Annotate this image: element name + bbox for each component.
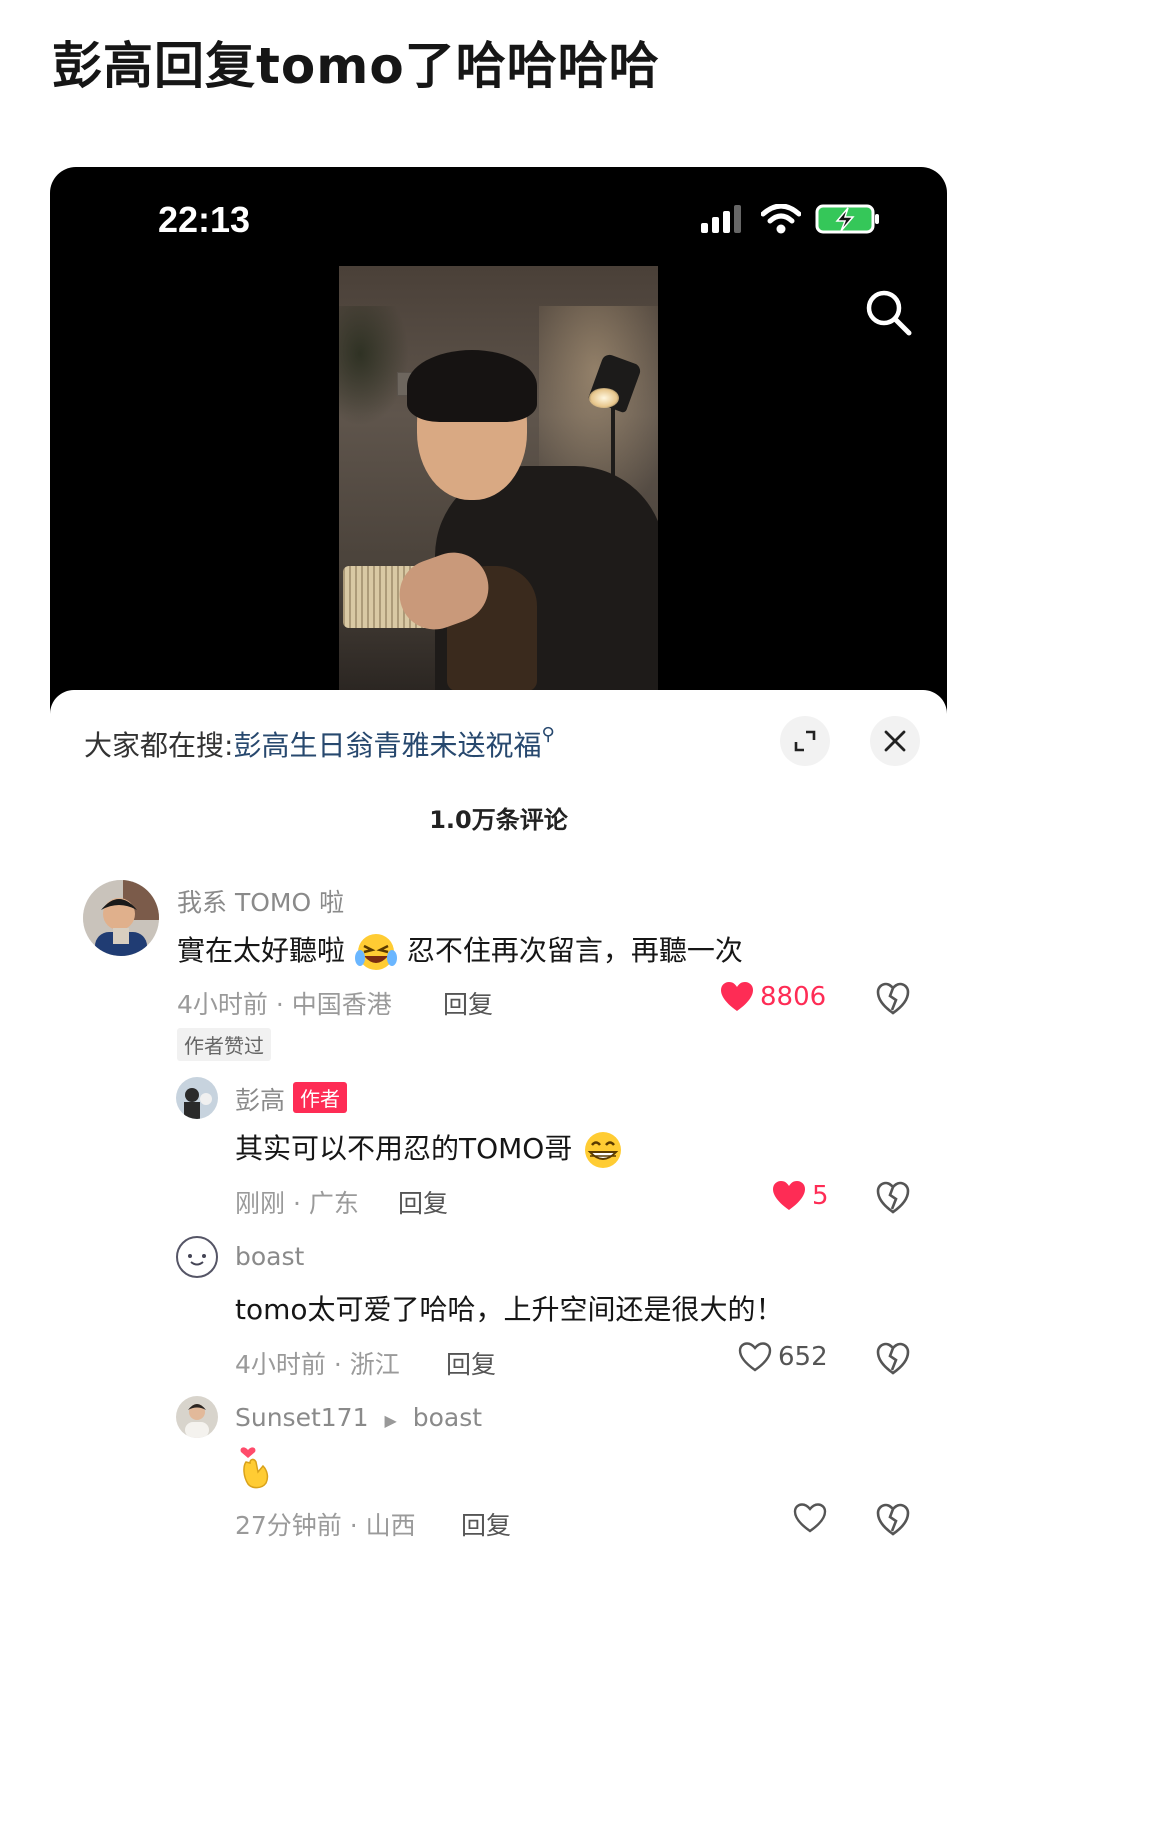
reply-to-username[interactable]: boast	[413, 1403, 482, 1432]
broken-heart-icon[interactable]	[876, 1342, 910, 1376]
author-badge: 作者	[293, 1082, 348, 1113]
comment-text: 其实可以不用忍的TOMO哥	[235, 1127, 625, 1170]
like-count: 652	[778, 1342, 828, 1372]
comment-text: 實在太好聽啦 忍不住再次留言，再聽一次	[177, 929, 743, 972]
broken-heart-icon[interactable]	[876, 982, 910, 1016]
search-icon[interactable]	[861, 285, 917, 341]
close-button[interactable]	[870, 716, 920, 766]
comment-username[interactable]: 我系 TOMO 啦	[177, 883, 344, 919]
close-icon	[884, 730, 906, 752]
comment-panel: 大家都在搜:彭高生日翁青雅未送祝福⚲ 1.0万条评论 我系 TOMO 啦 實在太…	[50, 690, 947, 1572]
comment-username[interactable]: boast	[235, 1242, 304, 1271]
video-player[interactable]	[339, 266, 658, 691]
comment-text: tomo太可爱了哈哈，上升空间还是很大的！	[235, 1293, 784, 1326]
reply-button[interactable]: 回复	[461, 1506, 511, 1542]
author-liked-tag: 作者赞过	[177, 1028, 271, 1061]
avatar[interactable]	[176, 1236, 218, 1278]
expand-icon	[794, 730, 816, 752]
hot-search-prefix: 大家都在搜:	[84, 729, 234, 762]
grinning-emoji-icon	[585, 1132, 622, 1168]
broken-heart-icon[interactable]	[876, 1181, 910, 1215]
comment-meta: 4小时前 · 中国香港	[177, 990, 392, 1019]
signal-icon	[701, 205, 741, 233]
heart-icon	[738, 1342, 772, 1372]
heart-icon	[721, 982, 753, 1011]
search-small-icon: ⚲	[541, 724, 555, 745]
heart-icon	[793, 1503, 827, 1533]
phone-screenshot: 22:13 大家都在搜:彭高生日翁青雅未送祝福⚲ 1.0万条评论 我系 TOMO…	[50, 167, 947, 1572]
status-time: 22:13	[158, 199, 251, 240]
status-icons	[701, 203, 881, 235]
comment-text	[238, 1444, 272, 1494]
hot-search-bar[interactable]: 大家都在搜:彭高生日翁青雅未送祝福⚲	[84, 724, 555, 764]
comment-meta: 4小时前 · 浙江	[235, 1350, 400, 1379]
avatar[interactable]	[176, 1396, 218, 1438]
reply-button[interactable]: 回复	[446, 1345, 496, 1381]
comment-meta: 27分钟前 · 山西	[235, 1511, 416, 1540]
comment-meta: 刚刚 · 广东	[235, 1189, 359, 1218]
broken-heart-icon[interactable]	[876, 1503, 910, 1537]
reply-button[interactable]: 回复	[443, 985, 493, 1021]
like-button[interactable]: 8806	[720, 982, 826, 1012]
wifi-icon	[761, 204, 801, 234]
reply-button[interactable]: 回复	[398, 1184, 448, 1220]
comment-count: 1.0万条评论	[429, 806, 568, 834]
like-button[interactable]: 652	[738, 1342, 828, 1372]
like-button[interactable]: 5	[772, 1181, 829, 1211]
heart-hands-emoji-icon	[240, 1447, 269, 1489]
heart-icon	[773, 1181, 805, 1210]
comment-username[interactable]: Sunset171 ▶ boast	[235, 1403, 482, 1432]
like-count: 5	[812, 1181, 829, 1211]
post-title: 彭高回复tomo了哈哈哈哈	[52, 37, 660, 95]
comment-username[interactable]: 彭高 作者	[235, 1081, 348, 1117]
hot-search-keyword[interactable]: 彭高生日翁青雅未送祝福	[233, 729, 541, 762]
like-button[interactable]	[793, 1503, 827, 1533]
laughing-emoji-icon	[354, 934, 397, 970]
reply-arrow-icon: ▶	[384, 1411, 397, 1430]
battery-charging-icon	[815, 204, 879, 234]
like-count: 8806	[760, 982, 827, 1012]
avatar[interactable]	[83, 880, 159, 956]
expand-button[interactable]	[780, 716, 830, 766]
avatar[interactable]	[176, 1077, 218, 1119]
